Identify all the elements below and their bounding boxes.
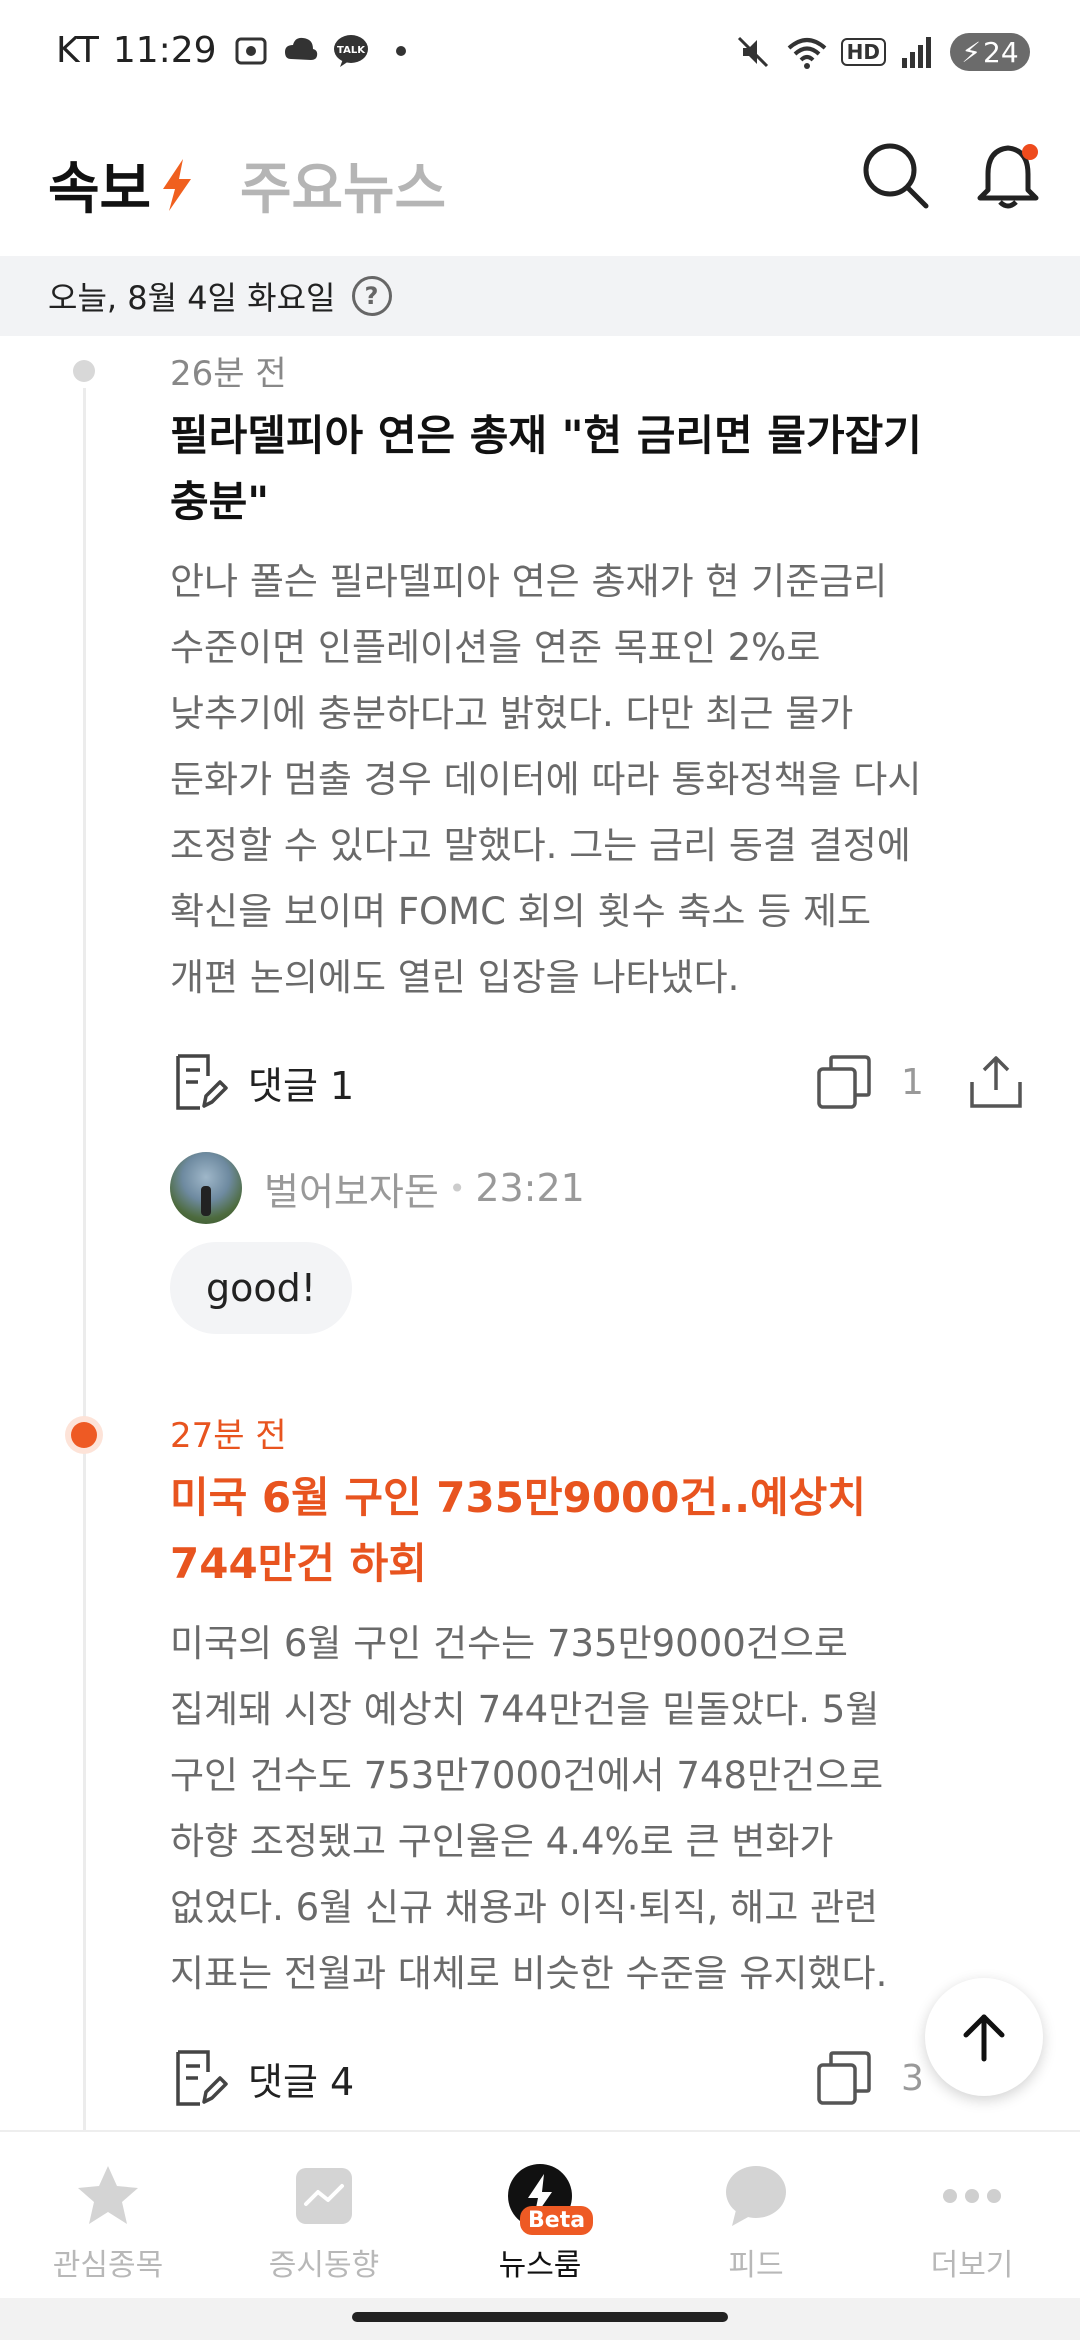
comment-text: good! [170,1242,352,1334]
headline-line: 미국 6월 구인 735만9000건..예상치 [170,1473,866,1522]
status-bar: KT 11:29 TALK HD ⚡ 24 [0,0,1080,108]
news-item[interactable]: 27분 전 미국 6월 구인 735만9000건..예상치 744만건 하회 미… [170,1408,1030,2007]
date-bar: 오늘, 8월 4일 화요일 ? [0,256,1080,336]
body-line: 하향 조정됐고 구인율은 4.4%로 큰 변화가 [170,1820,834,1863]
copy-button[interactable]: 3 [815,2049,924,2107]
timeline-dot [73,360,95,382]
comment-button[interactable]: 댓글 4 [170,2048,354,2108]
carrier-label: KT [56,30,99,71]
news-item[interactable]: 26분 전 필라델피아 연은 총재 "현 금리면 물가잡기 충분" 안나 폴슨 … [170,346,1030,1011]
nav-label: 더보기 [930,2248,1014,2283]
body-line: 집계돼 시장 예상치 744만건을 밑돌았다. 5월 [170,1688,880,1731]
copy-count: 1 [901,1061,924,1103]
lightning-icon [163,158,192,211]
status-left: KT 11:29 TALK [56,30,421,71]
news-body: 미국의 6월 구인 건수는 735만9000건으로 집계돼 시장 예상치 744… [170,1611,1030,2007]
more-dots-icon [938,2162,1006,2230]
search-icon[interactable] [858,138,934,214]
nav-market[interactable]: 증시동향 [216,2132,432,2298]
clock: 11:29 [112,30,217,71]
hd-badge: HD [840,38,886,66]
body-line: 개편 논의에도 열린 입장을 나타냈다. [170,956,740,999]
tab-breaking-news[interactable]: 속보 [48,144,197,225]
comment-button[interactable]: 댓글 1 [170,1052,354,1112]
help-icon[interactable]: ? [351,276,392,316]
comment-author: 벌어보자돈 [264,1169,439,1214]
copy-icon [817,1055,871,1109]
nav-label: 뉴스룸 [498,2248,582,2283]
headline-line: 744만건 하회 [170,1539,427,1588]
nav-label: 증시동향 [268,2248,380,2283]
nav-label: 관심종목 [52,2248,164,2283]
tab-breaking-label: 속보 [48,157,152,222]
cloud-icon [284,37,317,60]
body-line: 수준이면 인플레이션을 연준 목표인 2%로 [170,626,821,669]
body-line: 둔화가 멈출 경우 데이터에 따라 통화정책을 다시 [170,758,922,801]
arrow-up-icon [963,2014,1005,2062]
body-line: 없었다. 6월 신규 채용과 이직·퇴직, 해고 관련 [170,1886,879,1929]
timeline-dot-active [71,1422,97,1448]
wifi-icon [787,38,826,69]
screenshot-icon [235,37,267,64]
comment-preview[interactable]: 벌어보자돈 • 23:21 good! [170,1152,1030,1334]
body-line: 안나 폴슨 필라델피아 연은 총재가 현 기준금리 [170,560,888,603]
nav-watchlist[interactable]: 관심종목 [0,2132,216,2298]
tab-major-news[interactable]: 주요뉴스 [240,144,446,225]
svg-text:TALK: TALK [337,45,366,56]
nav-more[interactable]: 더보기 [864,2132,1080,2298]
avatar[interactable] [170,1152,242,1224]
chart-icon [290,2162,358,2230]
body-line: 지표는 전월과 대체로 비슷한 수준을 유지했다. [170,1952,888,1995]
body-line: 낮추기에 충분하다고 밝혔다. 다만 최근 물가 [170,692,854,735]
scroll-to-top-button[interactable] [925,1978,1043,2096]
body-line: 미국의 6월 구인 건수는 735만9000건으로 [170,1622,848,1665]
battery-indicator: ⚡ 24 [950,33,1030,71]
battery-charging-icon: ⚡ [961,35,982,69]
news-headline[interactable]: 필라델피아 연은 총재 "현 금리면 물가잡기 충분" [170,403,1030,535]
beta-badge: Beta [520,2206,594,2235]
body-line: 조정할 수 있다고 말했다. 그는 금리 동결 결정에 [170,824,911,867]
body-line: 구인 건수도 753만7000건에서 748만건으로 [170,1754,884,1797]
battery-level: 24 [983,35,1019,69]
share-icon[interactable] [966,1052,1026,1112]
news-actions: 댓글 1 1 [170,1042,1030,1122]
star-icon [74,2162,142,2230]
notification-icons: TALK [231,31,421,71]
mute-icon [737,36,768,68]
comment-edit-icon [176,2050,228,2106]
lightning-icon: Beta [506,2162,594,2235]
kakaotalk-icon: TALK [333,34,368,67]
news-actions: 댓글 4 3 [170,2038,1030,2118]
nav-feed[interactable]: 피드 [648,2132,864,2298]
notification-bell-icon[interactable] [970,138,1046,214]
app-header: 속보 주요뉴스 [0,108,1080,256]
home-indicator[interactable] [352,2312,728,2322]
status-right: HD ⚡ 24 [733,32,1030,72]
news-time: 26분 전 [170,354,287,394]
chat-bubble-icon [722,2162,790,2230]
copy-icon [817,2051,871,2105]
bottom-nav: 관심종목 증시동향 Beta 뉴스룸 피드 더보기 [0,2130,1080,2298]
timeline-line [83,388,86,2133]
signal-icon [902,37,931,68]
comment-count-label: 댓글 1 [248,1063,355,1108]
nav-label: 피드 [728,2248,784,2283]
headline-line: 충분" [170,477,270,526]
dot-icon [395,45,406,56]
meta-separator: • [448,1171,466,1205]
date-label: 오늘, 8월 4일 화요일 [48,279,336,317]
nav-newsroom[interactable]: Beta 뉴스룸 [432,2132,648,2298]
news-body: 안나 폴슨 필라델피아 연은 총재가 현 기준금리 수준이면 인플레이션을 연준… [170,549,1030,1011]
comment-edit-icon [176,1054,228,1110]
copy-count: 3 [901,2057,924,2099]
comment-count-label: 댓글 4 [248,2059,355,2104]
copy-button[interactable]: 1 [815,1053,924,1111]
body-line: 확신을 보이며 FOMC 회의 횟수 축소 등 제도 [170,890,872,933]
news-time: 27분 전 [170,1416,287,1456]
news-headline[interactable]: 미국 6월 구인 735만9000건..예상치 744만건 하회 [170,1465,1030,1597]
comment-meta: 벌어보자돈 • 23:21 [170,1152,1030,1224]
comment-time: 23:21 [475,1166,585,1210]
headline-line: 필라델피아 연은 총재 "현 금리면 물가잡기 [170,411,922,460]
